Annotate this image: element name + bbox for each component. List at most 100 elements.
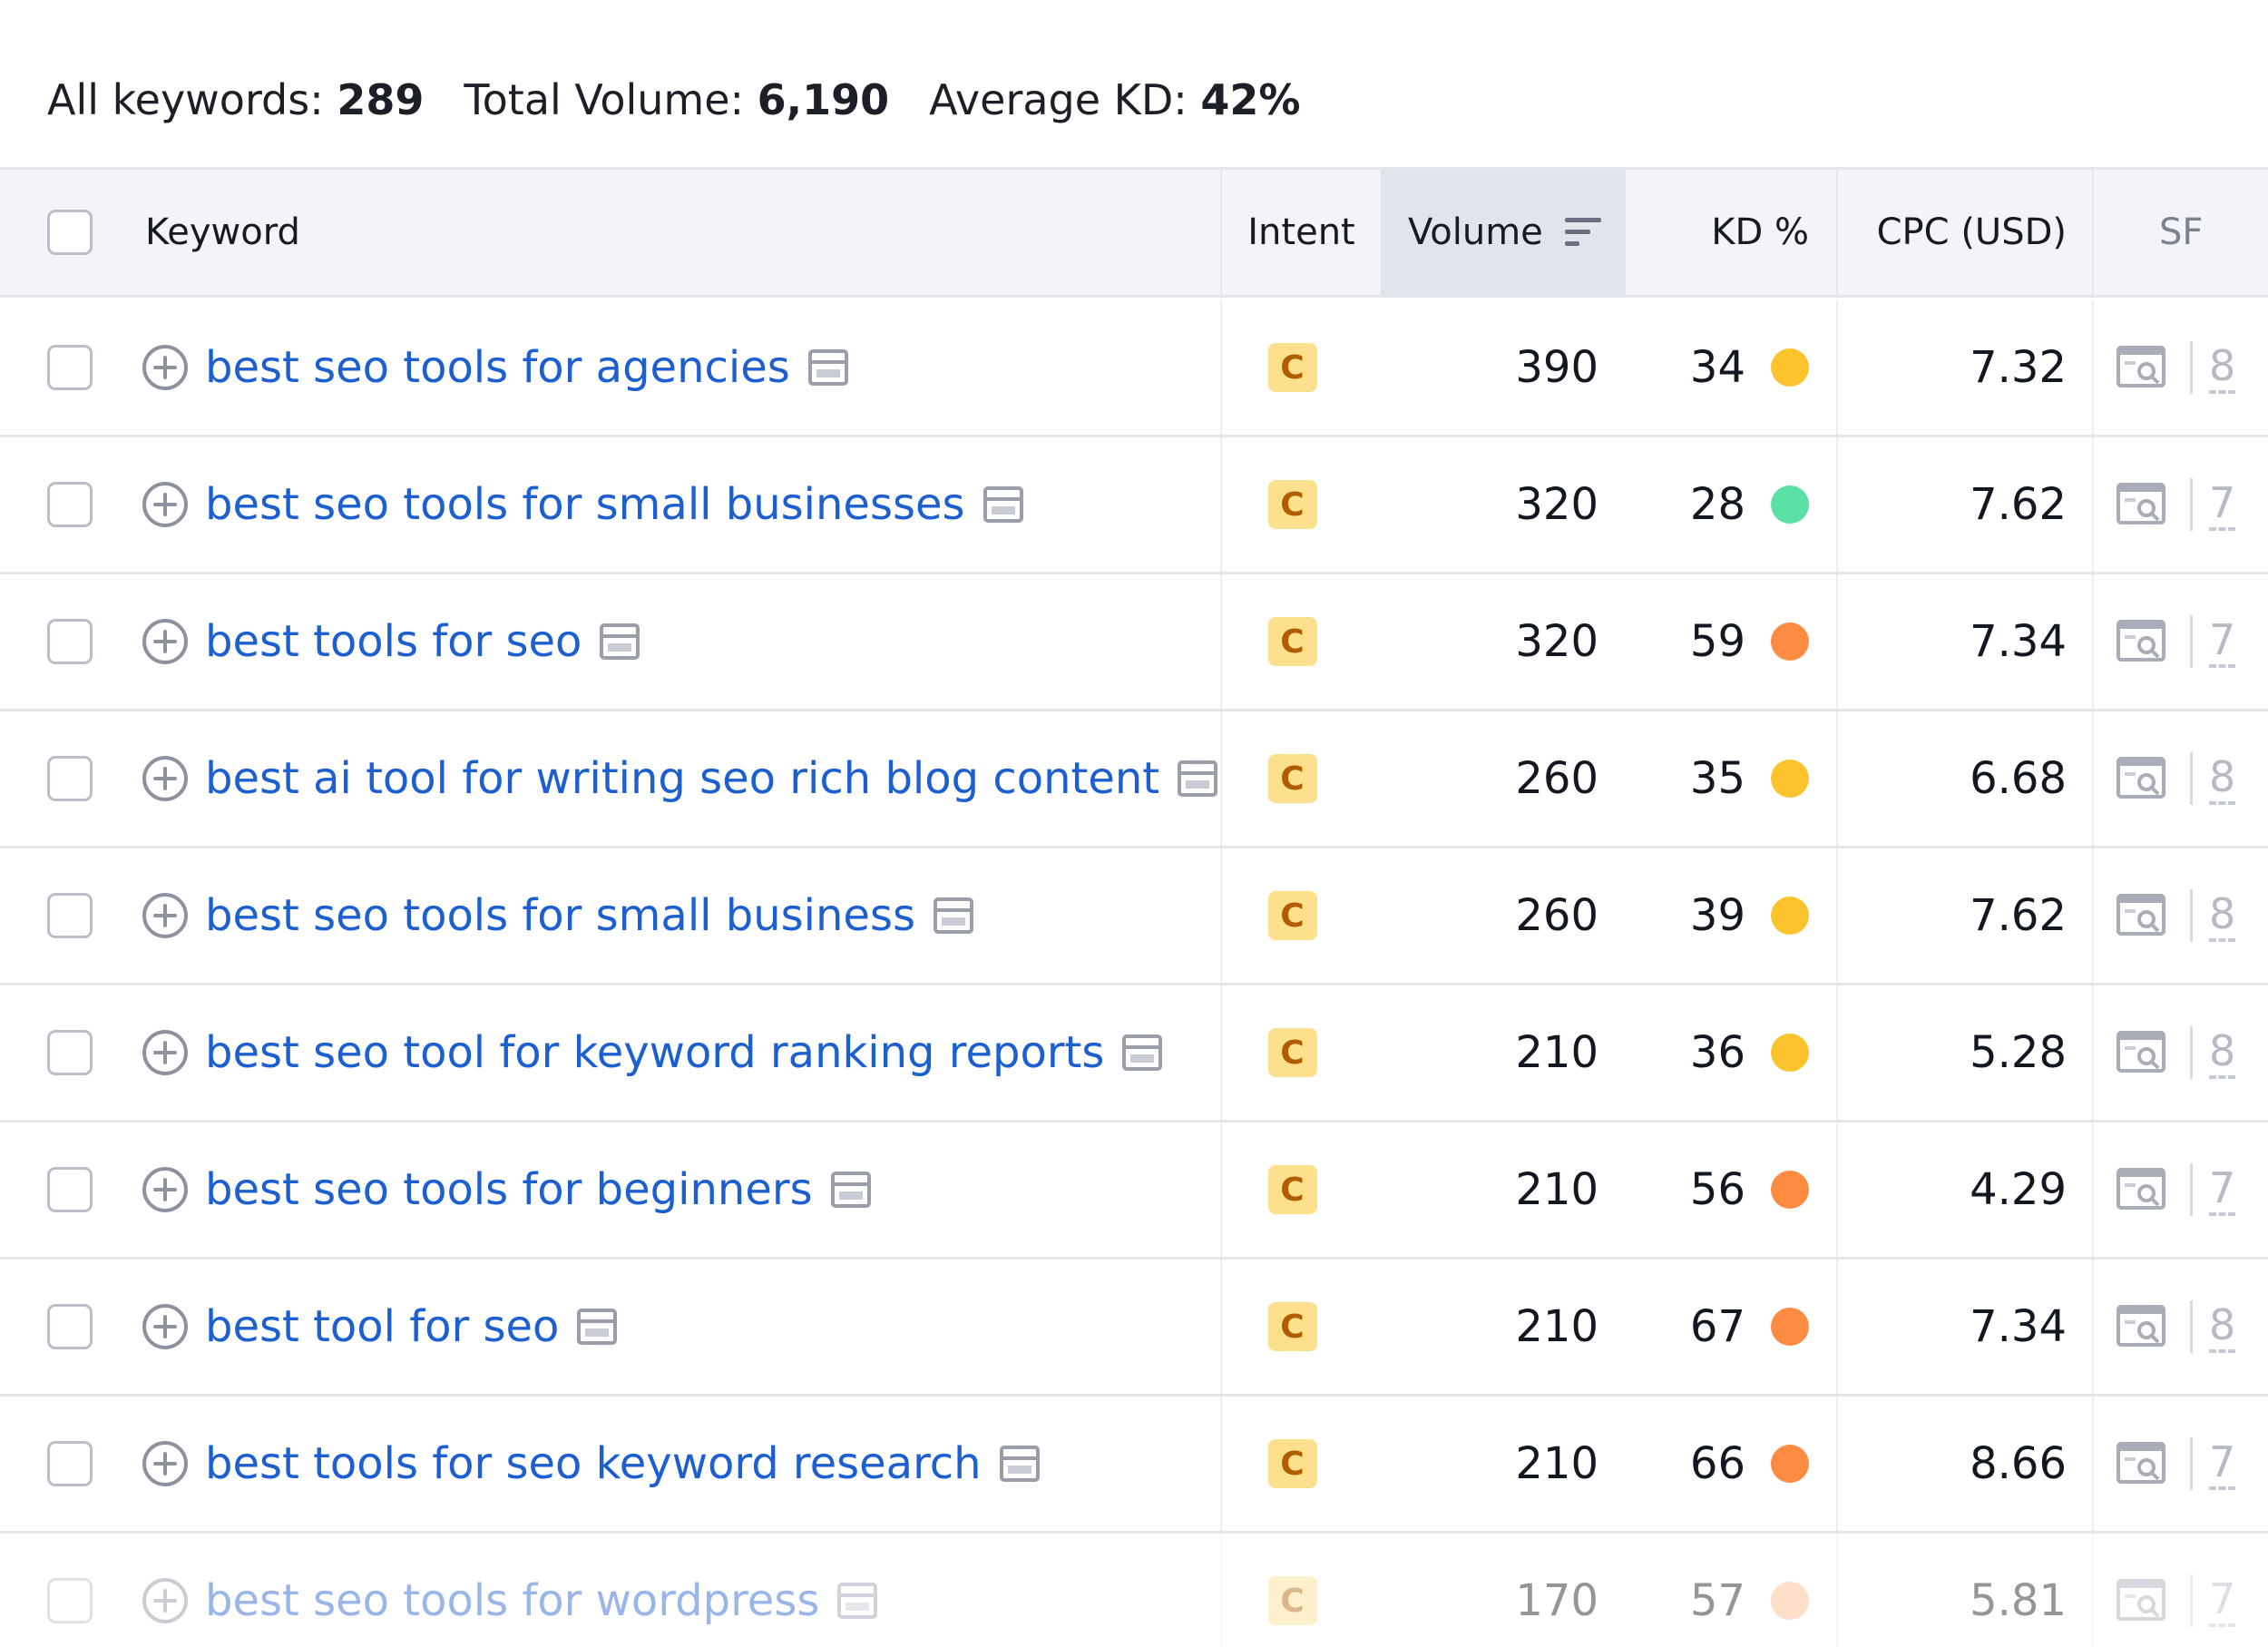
- cpc-value: 5.28: [1836, 985, 2092, 1120]
- intent-badge: C: [1267, 754, 1317, 803]
- row-checkbox[interactable]: [47, 1578, 93, 1623]
- row-checkbox[interactable]: [47, 345, 93, 390]
- keyword-link[interactable]: best seo tools for beginners: [205, 1164, 813, 1215]
- plus-circle-icon[interactable]: [141, 1302, 190, 1351]
- sf-count[interactable]: 7: [2209, 1437, 2236, 1490]
- kd-value: 36: [1689, 1027, 1745, 1078]
- serp-features-icon[interactable]: [2116, 1441, 2170, 1486]
- serp-features-icon[interactable]: [2116, 1030, 2170, 1075]
- column-header-keyword[interactable]: Keyword: [145, 170, 1216, 295]
- sf-count[interactable]: 8: [2209, 889, 2236, 942]
- serp-features-icon[interactable]: [2116, 345, 2170, 390]
- plus-circle-icon[interactable]: [141, 1439, 190, 1488]
- column-header-kd[interactable]: KD %: [1626, 170, 1836, 295]
- kd-cell: 59: [1626, 574, 1836, 709]
- column-header-sf[interactable]: SF: [2092, 170, 2268, 295]
- row-checkbox[interactable]: [47, 893, 93, 938]
- select-all-checkbox[interactable]: [47, 210, 93, 255]
- keyword-link[interactable]: best tools for seo: [205, 616, 582, 667]
- row-checkbox[interactable]: [47, 1304, 93, 1349]
- serp-features-icon[interactable]: [2116, 893, 2170, 938]
- column-header-volume[interactable]: Volume: [1381, 170, 1626, 295]
- serp-window-icon[interactable]: [1178, 760, 1218, 797]
- keyword-link[interactable]: best seo tools for agencies: [205, 342, 790, 393]
- serp-window-icon[interactable]: [830, 1172, 871, 1208]
- cpc-value: 7.34: [1836, 1260, 2092, 1394]
- column-header-intent[interactable]: Intent: [1220, 170, 1381, 295]
- serp-window-icon[interactable]: [1122, 1034, 1163, 1071]
- plus-circle-icon[interactable]: [141, 1576, 190, 1625]
- serp-features-icon[interactable]: [2116, 619, 2170, 664]
- plus-circle-icon[interactable]: [141, 754, 190, 803]
- row-checkbox[interactable]: [47, 619, 93, 664]
- column-sf-label: SF: [2159, 211, 2204, 253]
- keyword-link[interactable]: best tool for seo: [205, 1301, 559, 1352]
- sf-cell: 8: [2092, 300, 2268, 435]
- serp-features-icon[interactable]: [2116, 1578, 2170, 1623]
- intent-badge: C: [1267, 617, 1317, 666]
- keyword-report-page: All keywords: 289 Total Volume: 6,190 Av…: [0, 0, 2268, 1647]
- table-row: best seo tool for keyword ranking report…: [0, 985, 2268, 1123]
- keyword-link[interactable]: best ai tool for writing seo rich blog c…: [205, 753, 1159, 804]
- sf-count[interactable]: 8: [2209, 341, 2236, 394]
- plus-circle-icon[interactable]: [141, 617, 190, 666]
- kd-cell: 67: [1626, 1260, 1836, 1394]
- plus-circle-icon[interactable]: [141, 1028, 190, 1077]
- serp-features-icon[interactable]: [2116, 756, 2170, 801]
- sf-count[interactable]: 8: [2209, 1300, 2236, 1353]
- all-keywords-label: All keywords:: [47, 75, 324, 124]
- sf-count[interactable]: 7: [2209, 1163, 2236, 1216]
- serp-window-icon[interactable]: [837, 1583, 878, 1619]
- sf-cell: 8: [2092, 985, 2268, 1120]
- keyword-cell: best ai tool for writing seo rich blog c…: [141, 711, 1220, 846]
- keyword-cell: best tools for seo: [141, 574, 1220, 709]
- keyword-link[interactable]: best seo tool for keyword ranking report…: [205, 1027, 1104, 1078]
- keyword-cell: best seo tools for agencies: [141, 300, 1220, 435]
- kd-cell: 35: [1626, 711, 1836, 846]
- sf-divider: [2190, 478, 2193, 531]
- table-header: Keyword Intent Volume KD % CPC (USD) SF: [0, 167, 2268, 298]
- serp-window-icon[interactable]: [600, 623, 640, 660]
- sort-descending-icon: [1564, 218, 1601, 246]
- column-header-cpc[interactable]: CPC (USD): [1836, 170, 2092, 295]
- keyword-link[interactable]: best seo tools for small businesses: [205, 479, 965, 530]
- sf-divider: [2190, 1163, 2193, 1216]
- intent-badge: C: [1267, 480, 1317, 529]
- sf-count[interactable]: 7: [2209, 478, 2236, 531]
- intent-cell: C: [1220, 1123, 1381, 1257]
- serp-features-icon[interactable]: [2116, 482, 2170, 527]
- serp-window-icon[interactable]: [577, 1309, 618, 1345]
- serp-window-icon[interactable]: [982, 486, 1023, 523]
- sf-count[interactable]: 8: [2209, 752, 2236, 805]
- column-volume-label: Volume: [1408, 211, 1543, 253]
- plus-circle-icon[interactable]: [141, 343, 190, 392]
- kd-cell: 39: [1626, 848, 1836, 983]
- keyword-link[interactable]: best seo tools for small business: [205, 890, 915, 941]
- column-cpc-label: CPC (USD): [1876, 211, 2067, 253]
- volume-value: 320: [1515, 616, 1598, 667]
- plus-circle-icon[interactable]: [141, 891, 190, 940]
- sf-count[interactable]: 8: [2209, 1026, 2236, 1079]
- intent-badge: C: [1267, 1576, 1317, 1625]
- row-checkbox[interactable]: [47, 756, 93, 801]
- serp-window-icon[interactable]: [807, 349, 848, 386]
- sf-cell: 7: [2092, 437, 2268, 572]
- keyword-link[interactable]: best seo tools for wordpress: [205, 1575, 819, 1626]
- row-checkbox[interactable]: [47, 1167, 93, 1212]
- plus-circle-icon[interactable]: [141, 1165, 190, 1214]
- plus-circle-icon[interactable]: [141, 480, 190, 529]
- sf-count[interactable]: 7: [2209, 1574, 2236, 1627]
- serp-window-icon[interactable]: [933, 897, 973, 934]
- row-checkbox[interactable]: [47, 1441, 93, 1486]
- kd-cell: 28: [1626, 437, 1836, 572]
- keyword-link[interactable]: best tools for seo keyword research: [205, 1438, 982, 1489]
- serp-window-icon[interactable]: [999, 1446, 1040, 1482]
- cpc-value: 7.62: [1836, 437, 2092, 572]
- serp-features-icon[interactable]: [2116, 1304, 2170, 1349]
- serp-features-icon[interactable]: [2116, 1167, 2170, 1212]
- kd-value: 67: [1689, 1301, 1745, 1352]
- row-checkbox[interactable]: [47, 1030, 93, 1075]
- row-checkbox[interactable]: [47, 482, 93, 527]
- intent-cell: C: [1220, 1534, 1381, 1647]
- sf-count[interactable]: 7: [2209, 615, 2236, 668]
